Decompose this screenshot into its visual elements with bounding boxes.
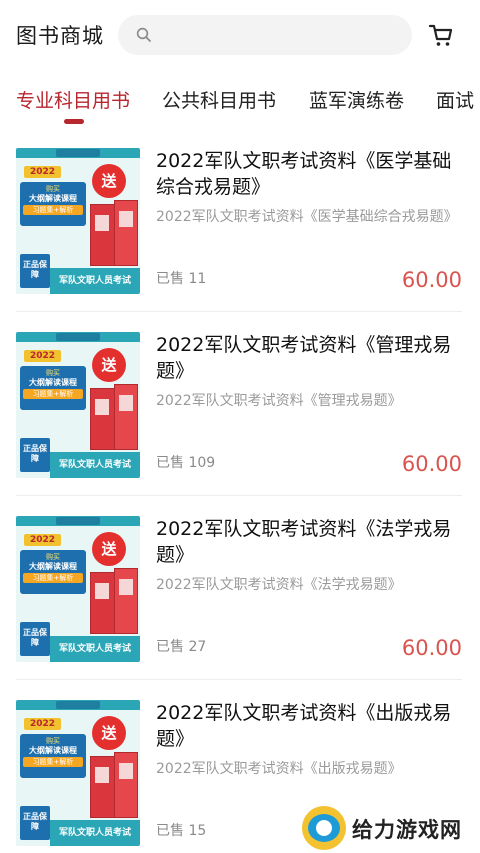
cover-promo: 购买 大纲解读课程 习题集+解析 (20, 182, 86, 226)
product-title[interactable]: 2022军队文职考试资料《出版戎易题》 (156, 700, 462, 752)
search-input[interactable] (162, 15, 402, 55)
sold-count: 已售 11 (156, 271, 207, 287)
cart-icon[interactable] (428, 22, 454, 48)
product-title[interactable]: 2022军队文职考试资料《法学戎易题》 (156, 516, 462, 568)
product-info: 2022军队文职考试资料《法学戎易题》 2022军队文职考试资料《法学戎易题》 … (156, 516, 462, 662)
product-card[interactable]: 2022 购买 大纲解读课程 习题集+解析 送 正品保障 军队文职人员考试 20… (0, 496, 480, 680)
cover-band: 军队文职人员考试 (50, 452, 140, 478)
tab-professional-books[interactable]: 专业科目用书 (16, 86, 130, 113)
gift-badge: 送 (92, 716, 126, 750)
category-tabs: 专业科目用书 公共科目用书 蓝军演练卷 面试 (0, 78, 480, 128)
product-subtitle: 2022军队文职考试资料《法学戎易题》 (156, 577, 402, 593)
cover-year: 2022 (24, 718, 62, 730)
active-tab-indicator (64, 119, 84, 124)
header: 图书商城 (0, 0, 480, 70)
product-cover-image: 2022 购买 大纲解读课程 习题集+解析 送 正品保障 军队文职人员考试 (16, 332, 140, 478)
tab-public-books[interactable]: 公共科目用书 (162, 86, 276, 113)
product-card[interactable]: 2022 购买 大纲解读课程 习题集+解析 送 正品保障 军队文职人员考试 20… (0, 128, 480, 312)
gift-badge: 送 (92, 164, 126, 198)
gift-badge: 送 (92, 348, 126, 382)
product-title[interactable]: 2022军队文职考试资料《医学基础综合戎易题》 (156, 148, 462, 200)
product-subtitle: 2022军队文职考试资料《出版戎易题》 (156, 761, 402, 777)
watermark-logo-icon (302, 806, 346, 850)
cover-year: 2022 (24, 350, 62, 362)
cover-band: 军队文职人员考试 (50, 636, 140, 662)
authentic-stamp: 正品保障 (20, 806, 50, 840)
site-watermark: 给力游戏网 (300, 804, 470, 852)
product-cover-image: 2022 购买 大纲解读课程 习题集+解析 送 正品保障 军队文职人员考试 (16, 516, 140, 662)
product-cover-image: 2022 购买 大纲解读课程 习题集+解析 送 正品保障 军队文职人员考试 (16, 700, 140, 846)
cover-promo: 购买 大纲解读课程 习题集+解析 (20, 734, 86, 778)
product-subtitle: 2022军队文职考试资料《管理戎易题》 (156, 393, 402, 409)
product-card[interactable]: 2022 购买 大纲解读课程 习题集+解析 送 正品保障 军队文职人员考试 20… (0, 312, 480, 496)
authentic-stamp: 正品保障 (20, 438, 50, 472)
authentic-stamp: 正品保障 (20, 254, 50, 288)
product-info: 2022军队文职考试资料《医学基础综合戎易题》 2022军队文职考试资料《医学基… (156, 148, 462, 294)
sold-count: 已售 109 (156, 455, 216, 471)
page-title: 图书商城 (16, 24, 104, 48)
search-icon (136, 27, 151, 42)
tab-interview[interactable]: 面试 (436, 86, 474, 113)
cover-year: 2022 (24, 166, 62, 178)
product-price: 60.00 (401, 452, 462, 476)
product-cover-image: 2022 购买 大纲解读课程 习题集+解析 送 正品保障 军队文职人员考试 (16, 148, 140, 294)
product-title[interactable]: 2022军队文职考试资料《管理戎易题》 (156, 332, 462, 384)
cover-promo: 购买 大纲解读课程 习题集+解析 (20, 550, 86, 594)
authentic-stamp: 正品保障 (20, 622, 50, 656)
product-info: 2022军队文职考试资料《管理戎易题》 2022军队文职考试资料《管理戎易题》 … (156, 332, 462, 478)
sold-count: 已售 15 (156, 823, 207, 839)
gift-badge: 送 (92, 532, 126, 566)
cover-band: 军队文职人员考试 (50, 268, 140, 294)
search-bar[interactable] (118, 15, 412, 55)
watermark-text: 给力游戏网 (352, 818, 462, 842)
cover-year: 2022 (24, 534, 62, 546)
product-price: 60.00 (401, 268, 462, 292)
sold-count: 已售 27 (156, 639, 207, 655)
product-price: 60.00 (401, 636, 462, 660)
cover-band: 军队文职人员考试 (50, 820, 140, 846)
product-subtitle: 2022军队文职考试资料《医学基础综合戎易题》 (156, 209, 458, 225)
tab-blue-army-papers[interactable]: 蓝军演练卷 (309, 86, 404, 113)
cover-promo: 购买 大纲解读课程 习题集+解析 (20, 366, 86, 410)
